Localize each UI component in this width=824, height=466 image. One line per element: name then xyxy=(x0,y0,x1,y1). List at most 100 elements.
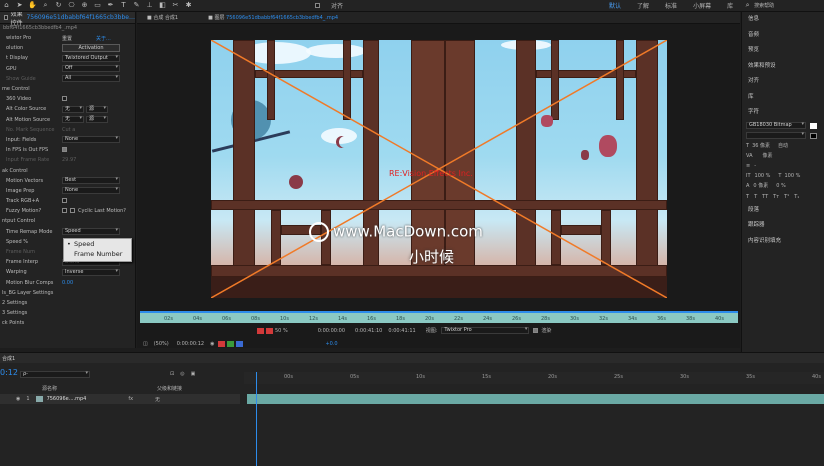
zoom-tool-icon[interactable]: ⌕ xyxy=(41,1,50,10)
small-caps-icon[interactable]: Tт xyxy=(773,194,779,200)
effect-property-row[interactable]: Alt Color Source 无源 xyxy=(0,104,135,114)
workspace-standard[interactable]: 标准 xyxy=(665,1,677,10)
red-channel-icon[interactable] xyxy=(257,327,264,334)
effect-property-row[interactable]: Show Guide All xyxy=(0,74,135,84)
col-parent-link[interactable]: 父级和链接 xyxy=(157,385,182,392)
color-channel-icon[interactable] xyxy=(218,340,226,347)
current-timecode[interactable]: 0:00:00:12 xyxy=(177,341,204,347)
about-link[interactable]: 关于... xyxy=(96,36,111,42)
panel-info[interactable]: 信息 xyxy=(742,12,824,28)
stroke-width-value[interactable]: - xyxy=(754,163,756,169)
effect-property-row[interactable]: 2 Settings xyxy=(0,298,135,308)
property-checkbox[interactable] xyxy=(62,96,67,102)
rotate-tool-icon[interactable]: ↻ xyxy=(54,1,63,10)
align-checkbox[interactable] xyxy=(315,3,320,8)
workspace-learn[interactable]: 了解 xyxy=(637,1,649,10)
horizontal-scale-value[interactable]: 100 % xyxy=(784,173,800,179)
brush-tool-icon[interactable]: ✎ xyxy=(132,1,141,10)
out-point-time[interactable]: 0:00:41:11 xyxy=(388,328,415,334)
puppet-tool-icon[interactable]: ✱ xyxy=(184,1,193,10)
timeline-tab[interactable]: 合成1 xyxy=(0,353,824,363)
effect-property-row[interactable]: Input: Fields None xyxy=(0,135,135,145)
panel-character[interactable]: 字符 xyxy=(742,105,824,121)
color-channel-icon[interactable] xyxy=(236,340,244,347)
font-dropdown[interactable]: GB18030 Bitmap xyxy=(746,122,806,129)
property-dropdown[interactable]: Twixtored Output xyxy=(62,54,120,62)
activation-button[interactable]: Activation xyxy=(62,44,120,53)
effect-property-row[interactable]: 3 Settings xyxy=(0,308,135,318)
tracking-value[interactable]: 像素 xyxy=(763,152,773,159)
effect-property-row[interactable]: Track RGB+A xyxy=(0,196,135,206)
effect-property-row[interactable]: Time Remap Mode Speed xyxy=(0,227,135,237)
subscript-icon[interactable]: T₁ xyxy=(794,194,799,200)
property-checkbox[interactable] xyxy=(62,147,67,153)
all-caps-icon[interactable]: TT xyxy=(762,194,768,200)
zoom-dropdown[interactable]: (50%) xyxy=(154,341,169,347)
layer-parent-dropdown[interactable]: 无 xyxy=(155,396,160,403)
hand-tool-icon[interactable]: ✋ xyxy=(28,1,37,10)
property-dropdown[interactable]: All xyxy=(62,75,120,83)
workspace-default[interactable]: 默认 xyxy=(609,1,621,10)
col-source-name[interactable]: 源名称 xyxy=(42,385,57,392)
layer-fx-switch-icon[interactable]: fx xyxy=(128,396,133,402)
render-checkbox[interactable] xyxy=(533,328,539,333)
leading-value[interactable]: 自动 xyxy=(778,142,788,149)
rect-tool-icon[interactable]: ▭ xyxy=(93,1,102,10)
panel-paragraph[interactable]: 段落 xyxy=(742,203,824,219)
property-dropdown[interactable]: 源 xyxy=(86,116,108,124)
pan-tool-icon[interactable]: ⊕ xyxy=(80,1,89,10)
property-dropdown[interactable]: 无 xyxy=(62,105,84,113)
panel-tracker[interactable]: 跟踪器 xyxy=(742,218,824,234)
view-dropdown[interactable]: Twixtor Pro xyxy=(441,327,530,334)
exposure-offset[interactable]: +0.0 xyxy=(325,341,337,347)
faux-italic-icon[interactable]: T xyxy=(754,194,757,200)
effect-property-row[interactable]: Image Prep None xyxy=(0,186,135,196)
property-dropdown[interactable]: Best xyxy=(62,177,120,185)
workspace-small-screen[interactable]: 小屏幕 xyxy=(693,1,711,10)
effect-property-row[interactable]: GPU Off xyxy=(0,64,135,74)
property-dropdown[interactable]: Inverse xyxy=(62,268,120,276)
panel-preview[interactable]: 预览 xyxy=(742,43,824,59)
effect-property-row[interactable]: ls_BG Layer Settings xyxy=(0,288,135,298)
panel-align[interactable]: 对齐 xyxy=(742,74,824,90)
property-dropdown[interactable]: 无 xyxy=(62,116,84,124)
tab-layer[interactable]: ■ 图层 756096e51dbabbf64f1665cb3bbedfb4_.m… xyxy=(208,14,338,21)
comp-switch-icon[interactable]: ⊡ xyxy=(170,371,174,377)
tsume-value[interactable]: 0 % xyxy=(776,183,786,189)
color-channel-icon[interactable] xyxy=(227,340,235,347)
in-point-time[interactable]: 0:00:00:00 xyxy=(318,328,345,334)
stroke-color-swatch[interactable] xyxy=(810,132,817,139)
home-icon[interactable]: ⌂ xyxy=(2,1,11,10)
time-remap-mode-popup[interactable]: Speed Frame Number xyxy=(63,238,132,262)
property-checkbox[interactable] xyxy=(62,198,67,204)
pen-tool-icon[interactable]: ✒ xyxy=(106,1,115,10)
tab-composition[interactable]: ■ 合成 合成1 xyxy=(147,14,178,21)
property-checkbox[interactable] xyxy=(70,208,75,214)
type-tool-icon[interactable]: T xyxy=(119,1,128,10)
property-value[interactable]: 0.00 xyxy=(62,280,73,286)
search-help-input[interactable]: 搜索帮助 xyxy=(754,2,774,9)
timeline-playhead[interactable] xyxy=(256,372,257,466)
fill-color-swatch[interactable] xyxy=(810,122,817,129)
eraser-tool-icon[interactable]: ◧ xyxy=(158,1,167,10)
effect-property-row[interactable]: Motion Blur Comps 0.00 xyxy=(0,278,135,288)
vertical-scale-value[interactable]: 100 % xyxy=(755,173,771,179)
font-style-dropdown[interactable] xyxy=(746,132,806,139)
effect-property-row[interactable]: wixtor Pro 重置 关于... xyxy=(0,33,135,43)
panel-content-aware-fill[interactable]: 内容识别填充 xyxy=(742,234,824,250)
property-dropdown[interactable]: 源 xyxy=(86,105,108,113)
camera-icon[interactable]: ◉ xyxy=(210,341,214,347)
faux-bold-icon[interactable]: T xyxy=(746,194,749,200)
property-dropdown[interactable]: Off xyxy=(62,65,120,73)
popup-option-frame-number[interactable]: Frame Number xyxy=(64,249,131,259)
baseline-value[interactable]: 0 像素 xyxy=(753,182,768,189)
search-icon[interactable]: ⌕ xyxy=(743,1,752,10)
effect-property-row[interactable]: Fuzzy Motion? Cyclic Last Motion? xyxy=(0,206,135,216)
layer-duration-bar[interactable] xyxy=(247,394,824,404)
camera-tool-icon[interactable]: ⎔ xyxy=(67,1,76,10)
font-size-value[interactable]: 36 像素 xyxy=(752,142,770,149)
opacity-percent[interactable]: 50 % xyxy=(275,328,288,334)
effect-property-row[interactable]: Alt Motion Source 无源 xyxy=(0,115,135,125)
effect-property-row[interactable]: me Control xyxy=(0,84,135,94)
close-icon[interactable] xyxy=(4,15,8,20)
